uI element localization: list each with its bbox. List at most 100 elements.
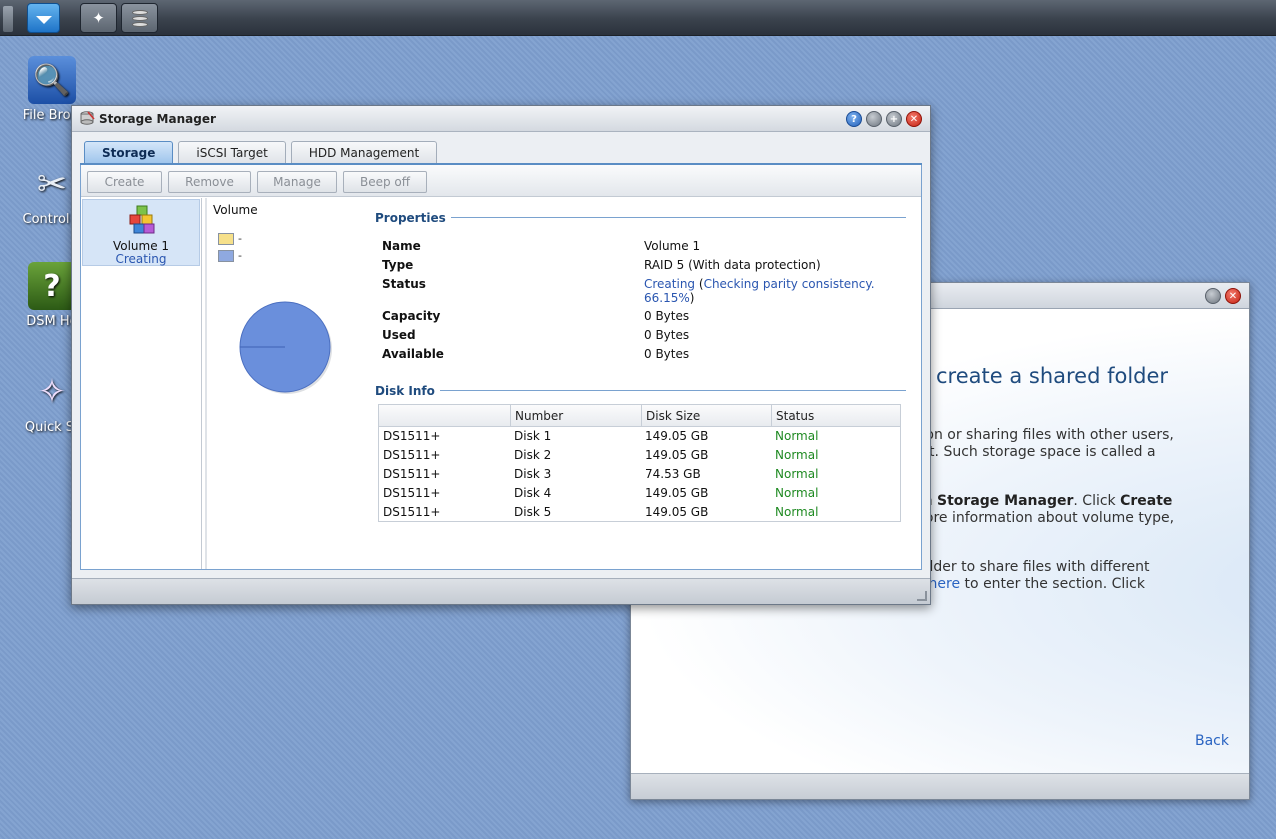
section-rule xyxy=(440,390,906,391)
disk-info-table: Number Disk Size Status DS1511+ Disk 1 149… xyxy=(378,404,901,522)
window-footer xyxy=(72,578,930,604)
prop-name-key: Name xyxy=(382,239,421,253)
wizard-heading: d create a shared folder xyxy=(916,364,1169,388)
table-row[interactable]: DS1511+ Disk 2 149.05 GB Normal xyxy=(379,446,900,465)
wizard-paragraph-2-line-1: ch Storage Manager. Click Create xyxy=(916,493,1173,509)
storage-panel: Create Remove Manage Beep off Volume 1 C… xyxy=(80,165,922,570)
storage-manager-taskbar-button[interactable] xyxy=(121,3,158,33)
divider xyxy=(205,198,207,569)
help-icon: ? xyxy=(851,113,857,125)
help-button[interactable]: ? xyxy=(846,111,862,127)
storage-manager-icon xyxy=(80,111,95,125)
table-header: Number Disk Size Status xyxy=(379,405,900,427)
disk-info-title: Disk Info xyxy=(375,384,435,398)
prop-type-value: RAID 5 (With data protection) xyxy=(644,258,821,272)
back-link[interactable]: Back xyxy=(1195,733,1229,749)
disk-size-cell: 149.05 GB xyxy=(645,486,709,500)
magic-wand-icon: ✧ xyxy=(37,372,67,412)
tools-icon: ✂ xyxy=(36,163,68,205)
folder-search-icon: 🔍 xyxy=(28,56,76,104)
disk-status-cell: Normal xyxy=(775,486,819,500)
legend-swatch xyxy=(218,249,234,262)
create-button[interactable]: Create xyxy=(87,171,162,193)
toolbar: Create Remove Manage Beep off xyxy=(81,165,921,197)
wizard-paragraph-3-line-2: k here to enter the section. Click xyxy=(916,576,1145,592)
manage-button[interactable]: Manage xyxy=(257,171,337,193)
wizard-paragraph-1-line-1: tion or sharing files with other users, xyxy=(916,427,1174,443)
minimize-button[interactable] xyxy=(866,111,882,127)
prop-capacity-value: 0 Bytes xyxy=(644,309,690,323)
wizard-paragraph-1-line-2: rst. Such storage space is called a xyxy=(916,444,1156,460)
prop-capacity-key: Capacity xyxy=(382,309,441,323)
taskbar: ✦ xyxy=(0,0,1276,36)
disk-status-cell: Normal xyxy=(775,429,819,443)
close-icon: ✕ xyxy=(1228,290,1238,302)
column-header-number[interactable]: Number xyxy=(510,405,641,427)
maximize-button[interactable]: + xyxy=(886,111,902,127)
disk-model-cell: DS1511+ xyxy=(383,486,441,500)
wizard-paragraph-3-line-1: folder to share files with different xyxy=(916,559,1150,575)
table-row[interactable]: DS1511+ Disk 3 74.53 GB Normal xyxy=(379,465,900,484)
table-row[interactable]: DS1511+ Disk 5 149.05 GB Normal xyxy=(379,503,900,522)
disk-number-cell: Disk 4 xyxy=(514,486,552,500)
disk-number-cell: Disk 1 xyxy=(514,429,552,443)
resize-grip-icon[interactable] xyxy=(917,591,927,601)
table-row[interactable]: DS1511+ Disk 1 149.05 GB Normal xyxy=(379,427,900,446)
disk-status-cell: Normal xyxy=(775,467,819,481)
remove-button[interactable]: Remove xyxy=(168,171,251,193)
tab-iscsi-target[interactable]: iSCSI Target xyxy=(178,141,286,164)
volume-list-item[interactable]: Volume 1 Creating xyxy=(82,199,200,266)
disk-size-cell: 74.53 GB xyxy=(645,467,701,481)
prop-used-value: 0 Bytes xyxy=(644,328,690,342)
disk-number-cell: Disk 3 xyxy=(514,467,552,481)
chart-label: Volume xyxy=(213,203,258,217)
chevron-down-icon xyxy=(35,15,52,24)
disk-status-cell: Normal xyxy=(775,505,819,519)
volume-state: Creating xyxy=(115,252,167,266)
column-header-status[interactable]: Status xyxy=(771,405,901,427)
properties-title: Properties xyxy=(375,211,446,225)
tab-storage[interactable]: Storage xyxy=(84,141,174,164)
help-book-icon: ? xyxy=(28,262,76,310)
disk-size-cell: 149.05 GB xyxy=(645,448,709,462)
column-header-model[interactable] xyxy=(379,405,510,427)
close-button[interactable]: ✕ xyxy=(906,111,922,127)
disk-model-cell: DS1511+ xyxy=(383,448,441,462)
storage-icon xyxy=(131,8,149,28)
wizard-paragraph-2-line-2: nore information about volume type, xyxy=(916,510,1175,526)
prop-available-value: 0 Bytes xyxy=(644,347,690,361)
column-header-disk-size[interactable]: Disk Size xyxy=(641,405,771,427)
disk-model-cell: DS1511+ xyxy=(383,467,441,481)
legend-swatch xyxy=(218,232,234,245)
minimize-button[interactable] xyxy=(1205,288,1221,304)
plus-icon: + xyxy=(889,113,899,125)
prop-used-key: Used xyxy=(382,328,416,342)
table-row[interactable]: DS1511+ Disk 4 149.05 GB Normal xyxy=(379,484,900,503)
close-button[interactable]: ✕ xyxy=(1225,288,1241,304)
volume-name: Volume 1 xyxy=(112,239,170,253)
disk-size-cell: 149.05 GB xyxy=(645,505,709,519)
tab-bar: Storage iSCSI Target HDD Management xyxy=(84,141,438,164)
prop-type-key: Type xyxy=(382,258,414,272)
window-footer xyxy=(631,773,1249,799)
window-titlebar[interactable]: Storage Manager ? + ✕ xyxy=(72,106,930,132)
window-title: Storage Manager xyxy=(99,112,216,126)
legend-entry-used: - xyxy=(218,232,242,245)
legend-text: - xyxy=(238,249,242,262)
tab-hdd-management[interactable]: HDD Management xyxy=(290,141,438,164)
beep-off-button[interactable]: Beep off xyxy=(343,171,427,193)
disk-number-cell: Disk 2 xyxy=(514,448,552,462)
prop-name-value: Volume 1 xyxy=(644,239,701,253)
taskbar-grip[interactable] xyxy=(3,6,13,32)
prop-available-key: Available xyxy=(382,347,444,361)
table-body: DS1511+ Disk 1 149.05 GB Normal DS1511+ Disk … xyxy=(379,427,900,522)
disk-model-cell: DS1511+ xyxy=(383,505,441,519)
volume-cubes-icon xyxy=(129,205,155,234)
disk-status-cell: Normal xyxy=(775,448,819,462)
quick-start-taskbar-button[interactable]: ✦ xyxy=(80,3,117,33)
storage-manager-window: Storage Manager ? + ✕ Storage iSCSI Targ… xyxy=(71,105,931,605)
main-menu-button[interactable] xyxy=(27,3,60,33)
prop-status-value: Creating (Checking parity consistency. 6… xyxy=(644,277,875,305)
disk-model-cell: DS1511+ xyxy=(383,429,441,443)
volume-list: Volume 1 Creating xyxy=(81,198,202,569)
